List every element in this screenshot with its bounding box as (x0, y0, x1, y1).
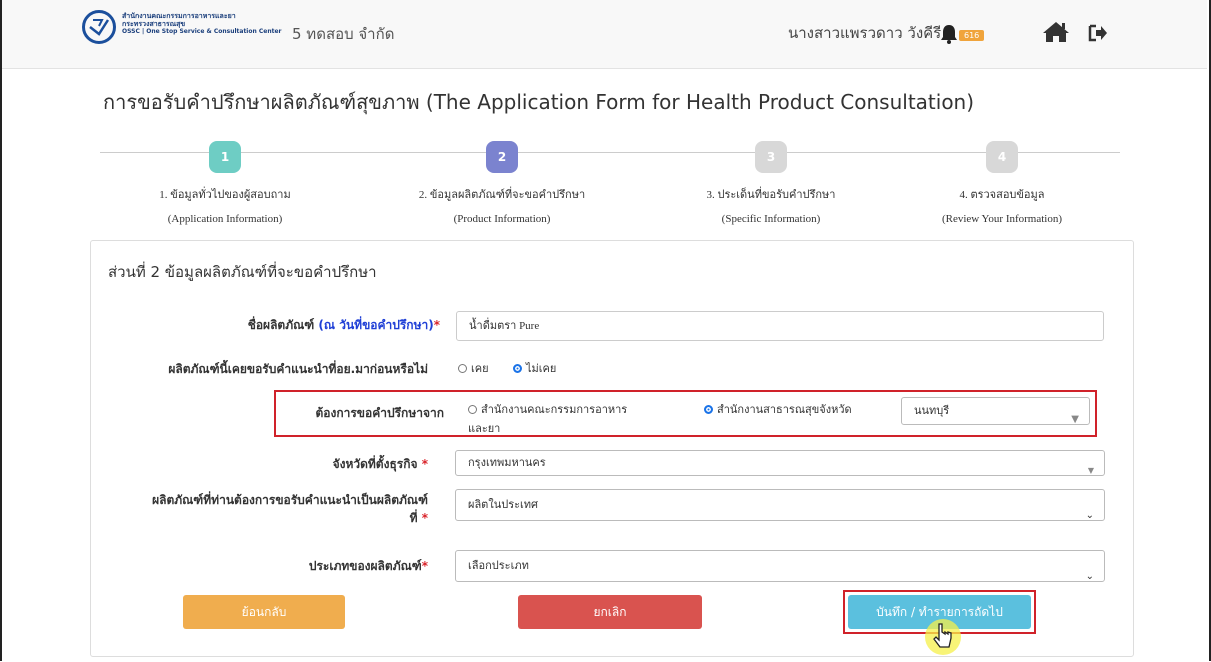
caret-down-icon: ▼ (1087, 466, 1094, 475)
step-1-sublabel: (Application Information) (167, 213, 283, 225)
prior-advice-option-yes[interactable]: เคย (458, 359, 489, 377)
prior-advice-label: ผลิตภัณฑ์นี้เคยขอรับคำแนะนำที่อย.มาก่อนห… (168, 362, 428, 376)
step-2-sublabel: (Product Information) (453, 213, 551, 225)
origin-label-line1: ผลิตภัณฑ์ที่ท่านต้องการขอรับคำแนะนำเป็นผ… (152, 493, 428, 507)
step-1[interactable]: 1 1. ข้อมูลทั่วไปของผู้สอบถาม (Applicati… (100, 141, 350, 225)
product-name-label-text: ชื่อผลิตภัณฑ์ (247, 318, 315, 332)
consult-province-value: นนทบุรี (914, 404, 950, 417)
page-title: การขอรับคำปรึกษาผลิตภัณฑ์สุขภาพ (The App… (103, 90, 975, 114)
business-province-label: จังหวัดที่ตั้งธุรกิจ * (120, 455, 428, 474)
business-province-label-text: จังหวัดที่ตั้งธุรกิจ (332, 457, 418, 471)
top-navbar: สำนักงานคณะกรรมการอาหารและยา กระทรวงสาธา… (2, 0, 1207, 69)
product-name-hint: (ณ วันที่ขอคำปรึกษา) (318, 318, 434, 332)
consult-option-fda-label2: และยา (468, 422, 501, 435)
step-2-label: 2. ข้อมูลผลิตภัณฑ์ที่จะขอคำปรึกษา (418, 189, 586, 201)
consult-from-label: ต้องการขอคำปรึกษาจาก (315, 406, 445, 420)
prior-advice-option-yes-label: เคย (471, 362, 489, 375)
step-3-label: 3. ประเด็นที่ขอรับคำปรึกษา (706, 189, 836, 201)
radio-unchecked-icon (468, 405, 477, 414)
step-4-sublabel: (Review Your Information) (941, 213, 1063, 225)
notification-badge: 616 (959, 30, 985, 41)
step-1-label: 1. ข้อมูลทั่วไปของผู้สอบถาม (159, 189, 291, 201)
business-province-value: กรุงเทพมหานคร (468, 456, 546, 469)
hand-cursor-icon (922, 616, 964, 662)
step-2-number: 2 (486, 141, 518, 173)
logo-mark-icon (89, 19, 110, 36)
cancel-button[interactable]: ยกเลิก (518, 595, 702, 629)
section-title: ส่วนที่ 2 ข้อมูลผลิตภัณฑ์ที่จะขอคำปรึกษา (108, 263, 377, 281)
origin-label: ผลิตภัณฑ์ที่ท่านต้องการขอรับคำแนะนำเป็นผ… (100, 491, 428, 527)
step-4-label: 4. ตรวจสอบข้อมูล (959, 189, 1045, 201)
product-type-select[interactable]: เลือกประเภท ⌄ (455, 550, 1105, 582)
step-4[interactable]: 4 4. ตรวจสอบข้อมูล (Review Your Informat… (877, 141, 1127, 225)
org-line1: สำนักงานคณะกรรมการอาหารและยา (122, 12, 236, 20)
org-name: สำนักงานคณะกรรมการอาหารและยา กระทรวงสาธา… (122, 12, 282, 36)
logout-icon[interactable] (1088, 24, 1108, 46)
radio-checked-icon (704, 405, 713, 414)
origin-label-line2: ที่ (409, 511, 418, 525)
required-mark: * (433, 318, 440, 332)
product-type-value: เลือกประเภท (468, 559, 529, 572)
step-2[interactable]: 2 2. ข้อมูลผลิตภัณฑ์ที่จะขอคำปรึกษา (Pro… (377, 141, 627, 225)
step-3-number: 3 (755, 141, 787, 173)
consult-option-provincial-label: สำนักงานสาธารณสุขจังหวัด (717, 403, 852, 416)
required-mark: * (421, 559, 428, 573)
origin-value: ผลิตในประเทศ (468, 498, 539, 511)
radio-checked-icon (513, 364, 522, 373)
prior-advice-option-no[interactable]: ไม่เคย (513, 359, 556, 377)
required-mark: * (421, 457, 428, 471)
company-name: 5 ทดสอบ จำกัด (292, 25, 395, 43)
consult-option-fda[interactable]: สำนักงานคณะกรรมการอาหาร และยา (468, 400, 627, 438)
prior-advice-option-no-label: ไม่เคย (526, 362, 557, 375)
required-mark: * (421, 511, 428, 525)
product-name-input[interactable]: น้ำดื่มตรา Pure (456, 311, 1104, 341)
fda-logo[interactable] (82, 10, 116, 44)
chevron-down-icon: ⌄ (1085, 571, 1094, 582)
consult-province-select[interactable]: นนทบุรี ▼ (901, 397, 1090, 425)
bell-icon[interactable] (940, 24, 958, 48)
step-3-sublabel: (Specific Information) (721, 213, 821, 225)
consult-option-fda-label1: สำนักงานคณะกรรมการอาหาร (481, 403, 628, 416)
product-type-label: ประเภทของผลิตภัณฑ์* (120, 557, 428, 576)
step-1-number: 1 (209, 141, 241, 173)
origin-select[interactable]: ผลิตในประเทศ ⌄ (455, 489, 1105, 521)
chevron-down-icon: ⌄ (1085, 510, 1094, 521)
caret-down-icon: ▼ (1071, 414, 1079, 425)
radio-unchecked-icon (458, 364, 467, 373)
business-province-select[interactable]: กรุงเทพมหานคร ▼ (455, 450, 1105, 476)
home-icon[interactable] (1042, 20, 1070, 48)
step-3[interactable]: 3 3. ประเด็นที่ขอรับคำปรึกษา (Specific I… (646, 141, 896, 225)
org-line3: OSSC | One Stop Service & Consultation C… (122, 28, 282, 35)
back-button[interactable]: ย้อนกลับ (183, 595, 345, 629)
step-4-number: 4 (986, 141, 1018, 173)
user-name[interactable]: นางสาวแพรวดาว วังคีรี (788, 21, 941, 45)
consult-option-provincial[interactable]: สำนักงานสาธารณสุขจังหวัด (704, 400, 852, 418)
product-name-label: ชื่อผลิตภัณฑ์ (ณ วันที่ขอคำปรึกษา)* (120, 316, 440, 335)
product-type-label-text: ประเภทของผลิตภัณฑ์ (308, 559, 422, 573)
org-line2: กระทรวงสาธารณสุข (122, 20, 186, 28)
